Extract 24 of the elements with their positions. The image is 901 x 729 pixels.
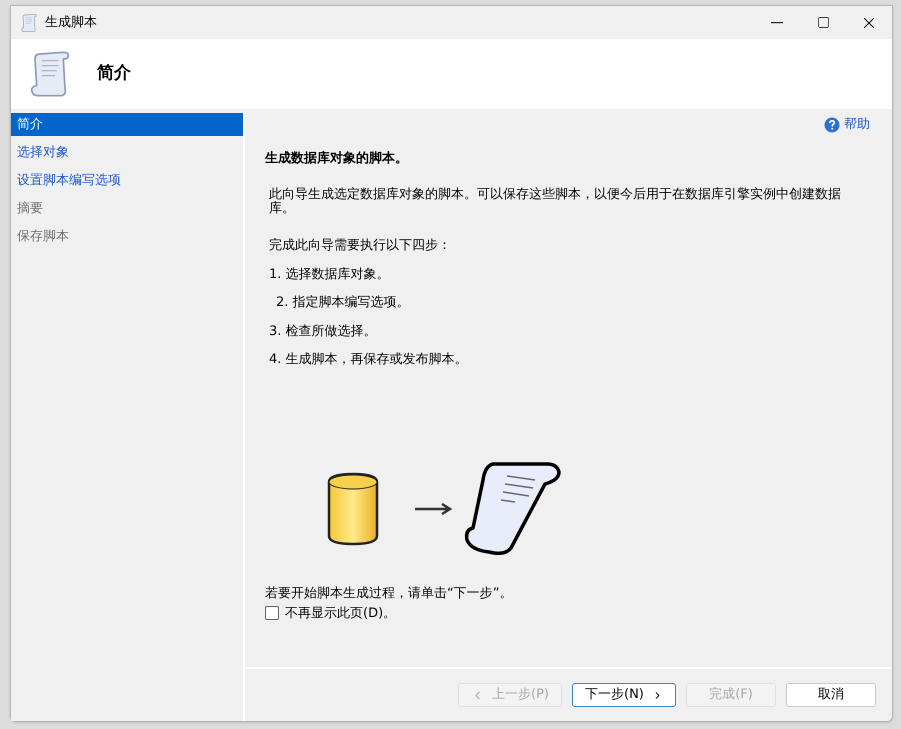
heading: 生成数据库对象的脚本。: [265, 150, 409, 168]
sidebar-item[interactable]: 简介: [11, 113, 243, 136]
checkbox-label: 不再显示此页(D)。: [285, 604, 396, 622]
database-icon: [327, 472, 379, 546]
sidebar-item[interactable]: 选择对象: [11, 141, 243, 164]
minimize-icon: [771, 22, 783, 24]
window-title: 生成脚本: [45, 14, 97, 32]
help-icon: [824, 116, 840, 133]
scroll-icon: [19, 12, 39, 32]
arrow-icon: [415, 503, 453, 515]
description-text: 此向导生成选定数据库对象的脚本。可以保存这些脚本，以便今后用于在数据库引擎实例中创建数据库。: [269, 188, 842, 216]
maximize-icon: [816, 16, 830, 29]
next-button[interactable]: 下一步(N): [572, 683, 676, 707]
steps-intro: 完成此向导需要执行以下四步：: [269, 237, 452, 255]
help-link[interactable]: 帮助: [844, 115, 870, 134]
checkbox[interactable]: [265, 606, 279, 620]
page-title: 简介: [97, 62, 131, 86]
step-text: 4. 生成脚本，再保存或发布脚本。: [269, 351, 469, 369]
step-text: 1. 选择数据库对象。: [269, 266, 391, 284]
step-text: 3. 检查所做选择。: [269, 322, 378, 340]
sidebar-item[interactable]: 设置脚本编写选项: [11, 169, 243, 192]
dialog-button[interactable]: 取消: [786, 683, 876, 707]
step-text: 2. 指定脚本编写选项。: [276, 294, 411, 312]
start-hint: 若要开始脚本生成过程，请单击“下一步”。: [265, 585, 514, 603]
